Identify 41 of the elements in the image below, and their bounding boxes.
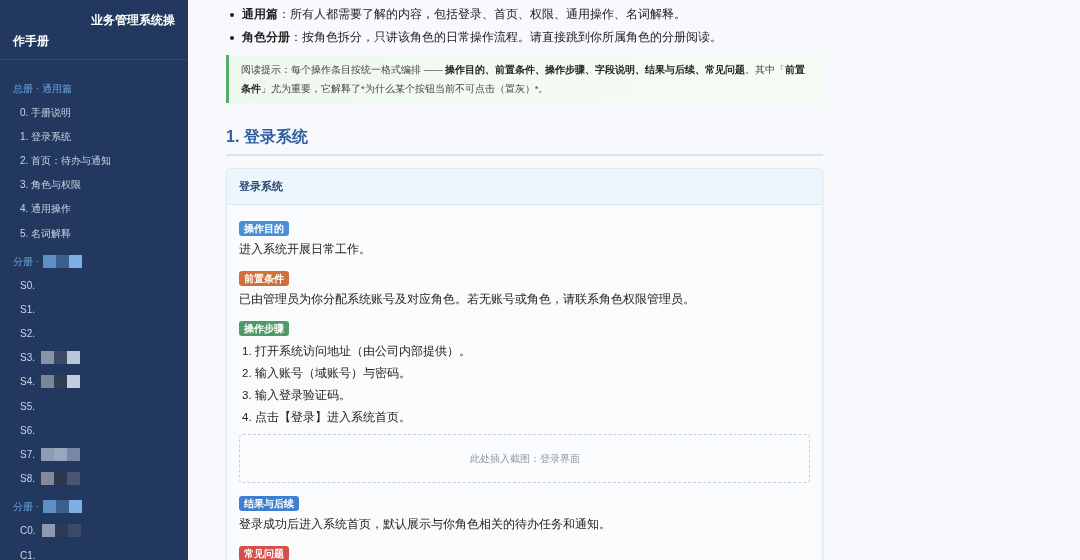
card-title: 登录系统 xyxy=(227,169,822,205)
nav-link[interactable]: S5. xyxy=(20,398,35,414)
body-text: 进入系统开展日常工作。 xyxy=(239,241,372,257)
section-tag: 常见问题 xyxy=(239,545,289,560)
nav-link[interactable]: 0. 手册说明 xyxy=(20,104,72,120)
section-label: 分册 · xyxy=(13,500,40,515)
nav-link[interactable]: 4. 通用操作 xyxy=(20,201,72,217)
manual-title: 业务管理系统操作手册 xyxy=(0,0,188,60)
bullet-icon xyxy=(230,12,234,17)
section-tag: 结果与后续 xyxy=(239,495,299,511)
nav-link[interactable]: 3. 角色与权限 xyxy=(20,177,82,193)
section-tag: 前置条件 xyxy=(239,270,289,286)
nav-link[interactable]: C0. xyxy=(20,523,36,539)
nav-link[interactable]: S1. xyxy=(20,301,35,317)
section-label: 总册 · 通用篇 xyxy=(13,81,72,96)
section-tag: 操作目的 xyxy=(239,220,289,236)
body-text: 登录成功后进入系统首页，默认展示与你角色相关的待办任务和通知。 xyxy=(239,516,612,532)
section-label: 分册 · xyxy=(13,254,40,269)
nav-link[interactable]: S3. xyxy=(20,350,35,366)
nav-link[interactable]: S0. xyxy=(20,277,35,293)
nav-link[interactable]: S7. xyxy=(20,447,35,463)
nav-link[interactable]: 2. 首页：待办与通知 xyxy=(20,152,112,168)
step-text: 1. 打开系统访问地址（由公司内部提供）。 xyxy=(241,343,472,359)
nav-link[interactable]: 1. 登录系统 xyxy=(20,128,72,144)
section-heading: 1. 登录系统 xyxy=(226,125,823,156)
section-tag: 操作步骤 xyxy=(239,320,289,336)
body-text: 已由管理员为你分配系统账号及对应角色。若无账号或角色，请联系角色权限管理员。 xyxy=(239,291,696,307)
nav-link[interactable]: S2. xyxy=(20,326,35,342)
nav-link[interactable]: S8. xyxy=(20,471,35,487)
step-text: 3. 输入登录验证码。 xyxy=(241,387,352,403)
bullet-icon xyxy=(230,35,234,40)
nav-link[interactable]: S4. xyxy=(20,374,35,390)
bullet-text: 通用篇：所有人都需要了解的内容，包括登录、首页、权限、通用操作、名词解释。 xyxy=(242,6,686,22)
step-text: 2. 输入账号（域账号）与密码。 xyxy=(241,365,412,381)
nav-link[interactable]: C1. xyxy=(20,547,36,560)
nav-link[interactable]: S6. xyxy=(20,422,35,438)
reading-tip: 阅读提示：每个操作条目按统一格式编排 —— 操作目的、前置条件、操作步骤、字段说明、结果与后续、常见问题。其中「前置条件」尤为重要，它解释了*为什么某个按钮当前不可点击（置灰）*。 xyxy=(226,55,823,103)
nav-link[interactable]: 5. 名词解释 xyxy=(20,225,72,241)
bullet-text: 角色分册：按角色拆分，只讲该角色的日常操作流程。请直接跳到你所属角色的分册阅读。 xyxy=(242,29,722,45)
step-text: 4. 点击【登录】进入系统首页。 xyxy=(241,409,412,425)
placeholder-text: 此处插入截图：登录界面 xyxy=(469,451,580,466)
